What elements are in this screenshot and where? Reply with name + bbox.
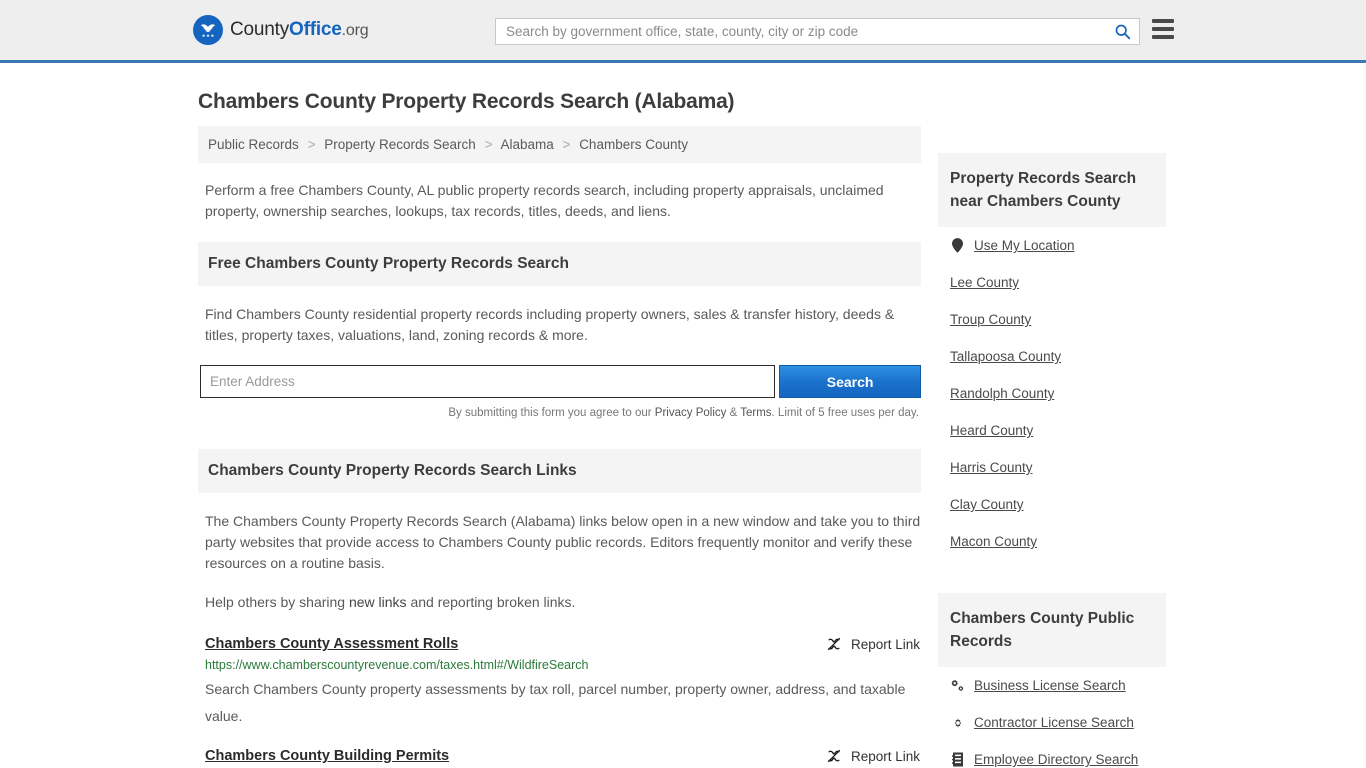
global-search-bar[interactable] xyxy=(495,18,1140,45)
map-pin-icon xyxy=(950,238,965,253)
report-link-button[interactable]: Report Link xyxy=(826,636,920,652)
address-search-form: Search xyxy=(200,365,921,398)
legal-amp: & xyxy=(726,407,741,419)
search-button[interactable]: Search xyxy=(779,365,921,398)
privacy-policy-link[interactable]: Privacy Policy xyxy=(655,407,727,419)
sidebar-item-business-license-search[interactable]: Business License Search xyxy=(950,667,1154,704)
sidebar-item-heard-county[interactable]: Heard County xyxy=(950,412,1154,449)
intro-paragraph: Perform a free Chambers County, AL publi… xyxy=(205,182,884,219)
unlink-icon xyxy=(827,637,841,651)
sidebar-link-label[interactable]: Business License Search xyxy=(974,678,1126,693)
sidebar-item-clay-county[interactable]: Clay County xyxy=(950,486,1154,523)
result-description: Search Chambers County property assessme… xyxy=(205,681,906,724)
report-link-button[interactable]: Report Link xyxy=(826,748,920,764)
public-records-card: Chambers County Public Records Business … xyxy=(938,593,1166,768)
logo-text: CountyOffice.org xyxy=(230,19,369,41)
main-column: Public Records > Property Records Search… xyxy=(198,126,921,768)
links-section-heading: Chambers County Property Records Search … xyxy=(198,449,921,493)
free-search-description: Find Chambers County residential propert… xyxy=(205,306,895,343)
sidebar-link-label[interactable]: Harris County xyxy=(950,460,1033,475)
help-suffix: and reporting broken links. xyxy=(406,594,576,610)
sidebar-item-macon-county[interactable]: Macon County xyxy=(950,523,1154,560)
nearby-search-card: Property Records Search near Chambers Co… xyxy=(938,153,1166,560)
hamburger-menu-icon[interactable] xyxy=(1152,19,1174,39)
sidebar-item-tallapoosa-county[interactable]: Tallapoosa County xyxy=(950,338,1154,375)
sidebar-link-label[interactable]: Use My Location xyxy=(974,238,1075,253)
sidebar-link-label[interactable]: Lee County xyxy=(950,275,1019,290)
free-search-heading: Free Chambers County Property Records Se… xyxy=(198,242,921,286)
page-body: Chambers County Property Records Search … xyxy=(0,90,1366,768)
unlink-icon xyxy=(827,749,841,763)
address-book-icon xyxy=(950,752,965,767)
new-links-link[interactable]: new links xyxy=(349,594,407,610)
search-submit-button[interactable] xyxy=(1105,19,1139,44)
search-input[interactable] xyxy=(496,19,1105,44)
logo-text-tld: .org xyxy=(341,22,369,39)
result-title-link[interactable]: Chambers County Building Permits xyxy=(205,748,449,764)
gear-icon xyxy=(950,716,965,730)
result-url: https://www.chamberscountyrevenue.com/ta… xyxy=(205,658,589,672)
sidebar-link-label[interactable]: Employee Directory Search xyxy=(974,752,1138,767)
report-link-label: Report Link xyxy=(850,636,920,652)
eagle-seal-icon xyxy=(193,15,223,45)
sidebar-item-contractor-license-search[interactable]: Contractor License Search xyxy=(950,704,1154,741)
breadcrumb-separator: > xyxy=(562,137,571,152)
breadcrumb: Public Records > Property Records Search… xyxy=(198,126,921,163)
sidebar-link-label[interactable]: Macon County xyxy=(950,534,1037,549)
links-section-paragraph: The Chambers County Property Records Sea… xyxy=(205,513,921,571)
breadcrumb-item-chambers-county[interactable]: Chambers County xyxy=(579,137,688,152)
sidebar-item-randolph-county[interactable]: Randolph County xyxy=(950,375,1154,412)
nearby-search-heading: Property Records Search near Chambers Co… xyxy=(938,153,1166,227)
sidebar-item-lee-county[interactable]: Lee County xyxy=(950,264,1154,301)
hamburger-bar xyxy=(1152,19,1174,23)
result-header: Chambers County Building Permits Report … xyxy=(205,748,921,764)
result-header: Chambers County Assessment Rolls Report … xyxy=(205,636,921,652)
breadcrumb-separator: > xyxy=(307,137,316,152)
site-logo[interactable]: CountyOffice.org xyxy=(193,15,369,45)
report-link-label: Report Link xyxy=(850,748,920,764)
result-item: Chambers County Assessment Rolls Report … xyxy=(205,636,921,730)
result-item: Chambers County Building Permits Report … xyxy=(205,748,921,768)
sidebar-link-label[interactable]: Clay County xyxy=(950,497,1024,512)
address-input[interactable] xyxy=(200,365,776,398)
breadcrumb-item-property-records-search[interactable]: Property Records Search xyxy=(324,137,476,152)
legal-suffix: . Limit of 5 free uses per day. xyxy=(771,407,919,419)
page-title: Chambers County Property Records Search … xyxy=(198,90,735,113)
search-icon xyxy=(1115,24,1130,40)
nearby-search-list: Use My Location Lee County Troup County … xyxy=(938,227,1166,560)
legal-prefix: By submitting this form you agree to our xyxy=(448,407,655,419)
sidebar-item-harris-county[interactable]: Harris County xyxy=(950,449,1154,486)
hamburger-bar xyxy=(1152,35,1174,39)
site-header: CountyOffice.org xyxy=(0,0,1366,63)
breadcrumb-separator: > xyxy=(484,137,493,152)
terms-link[interactable]: Terms xyxy=(740,407,771,419)
hamburger-bar xyxy=(1152,27,1174,31)
cogs-icon xyxy=(950,679,965,693)
help-prefix: Help others by sharing xyxy=(205,594,349,610)
sidebar-link-label[interactable]: Troup County xyxy=(950,312,1031,327)
breadcrumb-item-alabama[interactable]: Alabama xyxy=(500,137,553,152)
result-title-link[interactable]: Chambers County Assessment Rolls xyxy=(205,636,458,652)
sidebar-link-label[interactable]: Tallapoosa County xyxy=(950,349,1061,364)
sidebar-link-label[interactable]: Heard County xyxy=(950,423,1033,438)
sidebar: Property Records Search near Chambers Co… xyxy=(938,126,1166,768)
sidebar-item-use-my-location[interactable]: Use My Location xyxy=(950,227,1154,264)
sidebar-link-label[interactable]: Randolph County xyxy=(950,386,1054,401)
sidebar-link-label[interactable]: Contractor License Search xyxy=(974,715,1134,730)
sidebar-item-troup-county[interactable]: Troup County xyxy=(950,301,1154,338)
public-records-heading: Chambers County Public Records xyxy=(938,593,1166,667)
sidebar-item-employee-directory-search[interactable]: Employee Directory Search xyxy=(950,741,1154,768)
logo-text-office: Office xyxy=(289,19,342,40)
help-share-text: Help others by sharing new links and rep… xyxy=(205,592,921,613)
breadcrumb-item-public-records[interactable]: Public Records xyxy=(208,137,299,152)
form-legal-text: By submitting this form you agree to our… xyxy=(198,407,919,419)
public-records-list: Business License Search Contractor Licen… xyxy=(938,667,1166,768)
logo-text-county: County xyxy=(230,19,290,40)
